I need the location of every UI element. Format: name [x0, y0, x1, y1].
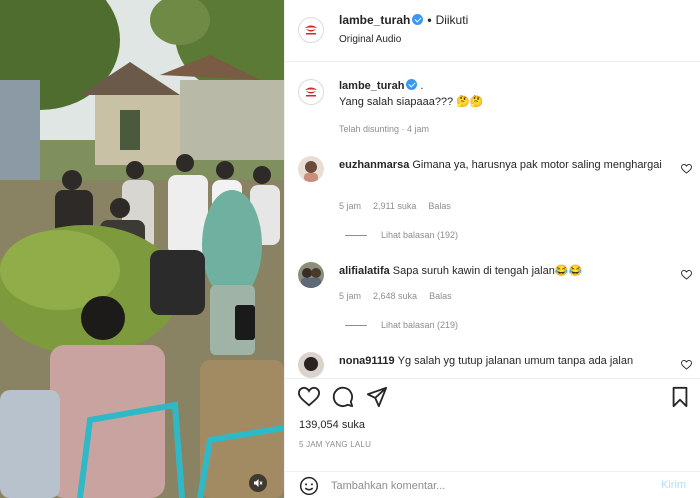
comment-text: Yg salah yg tutup jalanan umum tanpa ada…	[397, 355, 634, 367]
comment-icon[interactable]	[332, 386, 354, 408]
audio-link[interactable]: Original Audio	[339, 34, 401, 45]
comment-text: Sapa suruh kawin di tengah jalan😂😂	[392, 265, 583, 277]
follow-status-button[interactable]: Diikuti	[436, 13, 469, 27]
comment-body: euzhanmarsa Gimana ya, harusnya pak motor…	[339, 158, 669, 173]
view-replies-button[interactable]: Lihat balasan (192)	[345, 230, 458, 240]
author-avatar[interactable]	[298, 17, 324, 43]
comment-time: 5 jam	[339, 291, 362, 301]
comment-item: nona91119 Yg salah yg tutup jalanan umum …	[285, 352, 700, 378]
comment-meta: 5 jam 2,911 suka Balas	[339, 201, 463, 211]
comment-meta: 5 jam 2,648 suka Balas	[339, 291, 464, 301]
post-photo[interactable]	[0, 0, 284, 498]
view-replies-label: Lihat balasan (219)	[381, 320, 459, 330]
replies-divider	[345, 324, 367, 326]
comment-body: alifialatifa Sapa suruh kawin di tengah j…	[339, 264, 669, 279]
comment-username[interactable]: euzhanmarsa	[339, 159, 409, 171]
caption-text: Yang salah siapaaa??? 🤔🤔	[339, 96, 484, 108]
posted-time: 5 JAM YANG LALU	[299, 440, 372, 449]
verified-badge-icon	[406, 79, 418, 90]
comment-username[interactable]: alifialatifa	[339, 265, 390, 277]
caption-trailing-dot: .	[420, 80, 424, 92]
comment-likes[interactable]: 2,911 suka	[373, 201, 416, 211]
lambe-turah-logo-icon	[305, 25, 317, 35]
avatar-photo	[298, 156, 324, 182]
comment-like-heart-icon[interactable]	[681, 270, 692, 280]
comment-input[interactable]	[331, 478, 631, 494]
comment-time: 5 jam	[339, 201, 362, 211]
mute-button[interactable]	[249, 474, 267, 492]
caption-username[interactable]: lambe_turah	[339, 80, 404, 92]
comment-username[interactable]: nona91119	[339, 355, 395, 367]
commenter-avatar[interactable]	[298, 262, 324, 288]
replies-divider	[345, 234, 367, 236]
send-button[interactable]: Kirim	[661, 479, 686, 491]
commenter-avatar[interactable]	[298, 156, 324, 182]
comment-body: nona91119 Yg salah yg tutup jalanan umum …	[339, 354, 669, 369]
view-replies-button[interactable]: Lihat balasan (219)	[345, 320, 458, 330]
like-count[interactable]: 139,054 suka	[299, 419, 365, 431]
post-header: lambe_turah • Diikuti Original Audio	[285, 0, 700, 62]
reply-button[interactable]: Balas	[429, 291, 452, 301]
photo-scene	[0, 0, 284, 498]
comment-likes[interactable]: 2,648 suka	[373, 291, 417, 301]
share-icon[interactable]	[366, 386, 388, 408]
heart-icon[interactable]	[298, 386, 320, 408]
caption-meta: Telah disunting · 4 jam	[339, 124, 430, 134]
emoji-icon[interactable]	[299, 476, 319, 496]
caption-avatar[interactable]	[298, 79, 324, 105]
bookmark-icon[interactable]	[669, 386, 691, 408]
avatar-photo	[298, 352, 324, 378]
comment-like-heart-icon[interactable]	[681, 360, 692, 370]
separator-dot: •	[427, 13, 432, 27]
comment-like-heart-icon[interactable]	[681, 164, 692, 174]
commenter-avatar[interactable]	[298, 352, 324, 378]
comment-text: Gimana ya, harusnya pak motor saling men…	[412, 159, 662, 171]
view-replies-label: Lihat balasan (192)	[381, 230, 459, 240]
speaker-muted-icon	[254, 479, 263, 487]
author-header-line: lambe_turah • Diikuti	[339, 13, 468, 27]
instagram-post-view: lambe_turah • Diikuti Original Audio lambe…	[0, 0, 700, 498]
avatar-photo	[298, 262, 324, 288]
lambe-turah-logo-icon	[305, 87, 317, 97]
post-actions: 139,054 suka 5 JAM YANG LALU Kirim	[285, 378, 700, 498]
add-comment-bar: Kirim	[285, 471, 700, 498]
reply-button[interactable]: Balas	[428, 201, 451, 211]
author-username[interactable]: lambe_turah	[339, 13, 410, 27]
caption-username-line: lambe_turah.	[339, 79, 423, 92]
post-side-panel: lambe_turah • Diikuti Original Audio lambe…	[284, 0, 700, 498]
verified-badge-icon	[412, 14, 424, 25]
